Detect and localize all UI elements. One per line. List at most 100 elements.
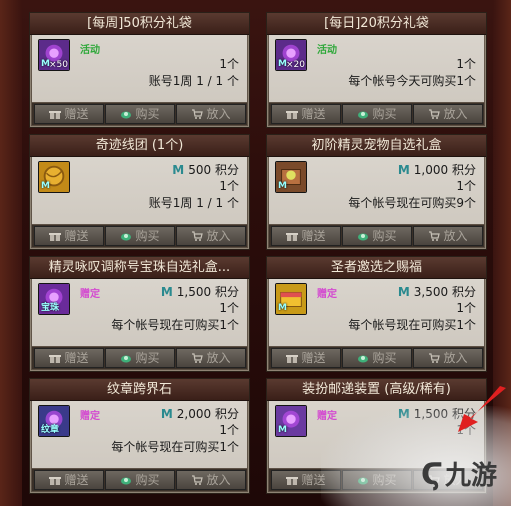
gift-button[interactable]: 赠送: [34, 348, 104, 368]
costume-mail-device-icon[interactable]: M: [275, 405, 307, 437]
gift-button-label: 赠送: [64, 107, 89, 121]
item-quantity: 1个: [219, 423, 239, 437]
left-frame: [0, 0, 22, 506]
pet-gift-box-icon[interactable]: M: [275, 161, 307, 193]
m-points-icon: M: [397, 163, 410, 177]
item-button-bar: 赠送 购买 放入: [32, 469, 247, 491]
item-price: M 500 积分: [172, 161, 239, 178]
icon-quantity: ×20: [286, 60, 305, 70]
shop-item-card[interactable]: 精灵咏叹调称号宝珠自选礼盒... 宝珠 赠定 M 1,500 积分 1个 每个帐号现在可购买…: [29, 256, 250, 372]
item-quantity: 1个: [456, 179, 476, 193]
item-body: 纹章 赠定 M 2,000 积分 1个 每个帐号现在可购买1个: [32, 401, 247, 468]
cart-button-label: 放入: [206, 229, 231, 243]
shop-item-card[interactable]: 奇迹线团 (1个) M M 500 积分 1个 账号1周 1 / 1 个赠送 购买 放入: [29, 134, 250, 250]
add-to-cart-button[interactable]: 放入: [176, 348, 246, 368]
item-title: 初阶精灵宠物自选礼盒: [267, 135, 486, 157]
item-price: M1,500 积分: [161, 283, 239, 300]
item-title: [每周]50积分礼袋: [30, 13, 249, 35]
buy-icon: [121, 355, 132, 363]
icon-m-label: M: [41, 181, 50, 191]
item-button-bar: 赠送 购买 放入: [269, 347, 484, 369]
item-quantity: 1个: [456, 301, 476, 315]
price-unit: 积分: [451, 163, 476, 177]
gift-button[interactable]: 赠送: [271, 104, 341, 124]
shop-item-card[interactable]: 纹章跨界石 纹章 赠定 M 2,000 积分 1个 每个帐号现在可购买1个 赠送 购买 放入: [29, 378, 250, 494]
daily-gift-bag-icon[interactable]: M ×20: [275, 39, 307, 71]
item-quantity: 1个: [219, 179, 239, 193]
shop-item-card[interactable]: [每日]20积分礼袋 M ×20 活动 1个 每个帐号今天可购买1个 赠送 购买 放入: [266, 12, 487, 128]
buy-button-label: 购买: [135, 351, 160, 365]
add-to-cart-button[interactable]: 放入: [413, 348, 483, 368]
buy-icon: [121, 233, 132, 241]
add-to-cart-button[interactable]: 放入: [176, 104, 246, 124]
shop-item-card[interactable]: 圣者邀选之赐福 M 赠定 M 3,500 积分 1个 每个帐号现在可购买1个 赠送 购买 放入: [266, 256, 487, 372]
gift-button[interactable]: 赠送: [271, 226, 341, 246]
cart-icon: [429, 231, 441, 241]
item-limit: 每个帐号今天可购买1个: [348, 74, 476, 88]
add-to-cart-button[interactable]: 放入: [176, 226, 246, 246]
item-title: 精灵咏叹调称号宝珠自选礼盒...: [30, 257, 249, 279]
blessing-chest-icon[interactable]: M: [275, 283, 307, 315]
item-body: M M 500 积分 1个 账号1周 1 / 1 个: [32, 157, 247, 224]
buy-icon: [358, 111, 369, 119]
buy-icon: [358, 233, 369, 241]
watermark-logo: Ϛ九游: [421, 455, 497, 492]
shop-item-card[interactable]: [每周]50积分礼袋 M ×50 活动 1个 账号1周 1 / 1 个赠送 购买 放入: [29, 12, 250, 128]
cart-icon: [192, 475, 204, 485]
m-points-icon: M: [160, 407, 173, 421]
gift-icon: [49, 355, 62, 363]
add-to-cart-button[interactable]: 放入: [413, 226, 483, 246]
item-limit: 每个帐号现在可购买1个: [348, 318, 476, 332]
cart-icon: [429, 353, 441, 363]
icon-m-label: M: [278, 425, 287, 435]
cart-button-label: 放入: [443, 229, 468, 243]
cart-icon: [192, 353, 204, 363]
item-button-bar: 赠送 购买 放入: [32, 225, 247, 247]
price-value: 1,000: [413, 163, 449, 177]
buy-button[interactable]: 购买: [342, 226, 412, 246]
gift-button[interactable]: 赠送: [34, 470, 104, 490]
title-orb-box-icon[interactable]: 宝珠: [38, 283, 70, 315]
watermark-text: 九游: [444, 461, 497, 491]
buy-button-label: 购买: [372, 107, 397, 121]
icon-m-label: M: [278, 181, 287, 191]
buy-button-label: 购买: [372, 351, 397, 365]
icon-m-label: 宝珠: [41, 303, 60, 313]
emblem-stone-icon[interactable]: 纹章: [38, 405, 70, 437]
buy-button[interactable]: 购买: [105, 470, 175, 490]
gift-button[interactable]: 赠送: [34, 226, 104, 246]
buy-button[interactable]: 购买: [342, 104, 412, 124]
item-limit: 每个帐号现在可购买1个: [111, 440, 239, 454]
item-body: M ×50 活动 1个 账号1周 1 / 1 个: [32, 35, 247, 102]
gift-button-label: 赠送: [64, 229, 89, 243]
add-to-cart-button[interactable]: 放入: [413, 104, 483, 124]
buy-icon: [121, 477, 132, 485]
item-tag-badge: 赠定: [80, 411, 100, 422]
item-button-bar: 赠送 购买 放入: [269, 103, 484, 125]
price-unit: 积分: [214, 285, 239, 299]
m-points-icon: M: [172, 163, 185, 177]
item-quantity: 1个: [456, 57, 476, 71]
buy-button[interactable]: 购买: [342, 348, 412, 368]
item-body: M 赠定 M 3,500 积分 1个 每个帐号现在可购买1个: [269, 279, 484, 346]
cart-icon: [192, 109, 204, 119]
buy-button[interactable]: 购买: [105, 226, 175, 246]
gift-button[interactable]: 赠送: [34, 104, 104, 124]
buy-icon: [121, 111, 132, 119]
weekly-gift-bag-icon[interactable]: M ×50: [38, 39, 70, 71]
cart-icon: [429, 109, 441, 119]
miracle-yarn-icon[interactable]: M: [38, 161, 70, 193]
gift-button[interactable]: 赠送: [271, 348, 341, 368]
buy-button[interactable]: 购买: [105, 348, 175, 368]
price-value: 500: [188, 163, 212, 177]
item-limit: 每个帐号现在可购买9个: [348, 196, 476, 210]
add-to-cart-button[interactable]: 放入: [176, 470, 246, 490]
shop-item-card[interactable]: 初阶精灵宠物自选礼盒 M M 1,000 积分 1个 每个帐号现在可购买9个 赠送 购买 放入: [266, 134, 487, 250]
buy-button[interactable]: 购买: [105, 104, 175, 124]
gift-icon: [286, 111, 299, 119]
cart-button-label: 放入: [443, 107, 468, 121]
icon-quantity: ×50: [49, 60, 68, 70]
item-body: 宝珠 赠定 M 1,500 积分 1个 每个帐号现在可购买1个: [32, 279, 247, 346]
buy-button-label: 购买: [135, 229, 160, 243]
item-title: [每日]20积分礼袋: [267, 13, 486, 35]
